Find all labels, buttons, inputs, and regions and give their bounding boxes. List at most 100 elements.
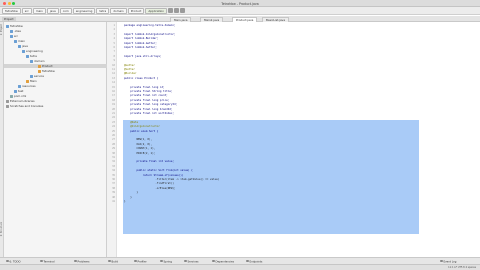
tree-item[interactable]: Tetrahbw: [4, 24, 107, 28]
build-icon: [108, 259, 111, 262]
code-line[interactable]: package engineering.tetra.domain;: [124, 24, 176, 28]
tree-item[interactable]: src: [4, 34, 107, 38]
breadcrumb-item[interactable]: engineering: [72, 7, 96, 14]
stop-icon[interactable]: [179, 8, 185, 13]
tree-item[interactable]: pom.xml: [4, 94, 107, 98]
code-line[interactable]: public class Product {: [124, 77, 158, 81]
code-line[interactable]: }: [124, 200, 126, 204]
tree-item[interactable]: tetra: [4, 54, 107, 58]
code-line[interactable]: return Stream.of(values()): [124, 174, 184, 178]
dependencies-tool-button[interactable]: Dependencies: [212, 259, 234, 264]
line-number: 12: [112, 72, 115, 76]
breadcrumb-item[interactable]: domain: [110, 7, 127, 14]
code-line[interactable]: .findFirst(): [124, 182, 174, 186]
line-number: 13: [112, 76, 115, 80]
terminal-tool-button[interactable]: Terminal: [40, 259, 54, 264]
line-number: 17: [112, 94, 115, 98]
event-log-tool-button[interactable]: Event Log: [440, 259, 456, 264]
line-number: 30: [112, 151, 115, 155]
code-line[interactable]: private final int count;: [124, 94, 168, 98]
services-tool-button[interactable]: Services: [184, 259, 198, 264]
code-line[interactable]: private final int value;: [124, 160, 174, 164]
code-line[interactable]: COUNT(1, 1),: [124, 147, 155, 151]
run-configuration-select[interactable]: Application: [145, 7, 167, 14]
code-line[interactable]: public static Sort from(int value) {: [124, 169, 192, 173]
breadcrumb-item[interactable]: main: [32, 7, 46, 14]
project-panel-tab[interactable]: Project: [2, 17, 16, 21]
status-bar: 11:1 LF UTF-8 4 spaces: [0, 264, 480, 270]
line-number: 10: [112, 63, 115, 67]
tree-item[interactable]: service: [4, 74, 107, 78]
code-line[interactable]: public enum Sort {: [124, 130, 158, 134]
line-number: 32: [112, 160, 115, 164]
code-editor[interactable]: 1 2 3 4 5 6 7 8 9 10 11 12 13 14 15 16 17 18 19 20 21 22 23 24 2…: [107, 22, 480, 257]
tree-item[interactable]: resources: [4, 84, 107, 88]
code-line[interactable]: PRICE(2, 1);: [124, 152, 155, 156]
profiler-icon: [134, 259, 137, 262]
line-number: 14: [112, 81, 115, 85]
line-number: 34: [112, 169, 115, 173]
dependencies-icon: [212, 259, 215, 262]
code-line[interactable]: import lombok.Getter;: [124, 42, 157, 46]
tree-item[interactable]: test: [4, 89, 107, 93]
breadcrumb-item[interactable]: tetra: [96, 7, 110, 14]
code-line[interactable]: NEW(1, 0),: [124, 138, 152, 142]
file-icon: [10, 94, 13, 98]
class-icon: [38, 64, 41, 68]
code-line[interactable]: private final long categoryId;: [124, 103, 177, 107]
tree-item[interactable]: External Libraries: [4, 99, 107, 103]
breadcrumb-item[interactable]: java: [46, 7, 59, 14]
spring-tool-button[interactable]: Spring: [160, 259, 172, 264]
code-line[interactable]: @Getter: [124, 64, 135, 68]
endpoints-icon: [246, 259, 249, 262]
code-line[interactable]: import java.util.Arrays;: [124, 55, 161, 59]
folder-icon: [30, 59, 33, 63]
code-line[interactable]: import lombok.Builder;: [124, 37, 158, 41]
code-line[interactable]: }: [124, 196, 132, 200]
line-number: 8: [113, 54, 115, 58]
tree-item[interactable]: main: [4, 39, 107, 43]
code-line[interactable]: @AllArgsConstructor: [124, 125, 160, 129]
todo-icon: [6, 259, 9, 262]
tree-item[interactable]: domain: [4, 59, 107, 63]
breadcrumb-item[interactable]: Tetrahbw: [2, 7, 21, 14]
tree-item[interactable]: java: [4, 44, 107, 48]
problems-icon: [74, 259, 77, 262]
run-icon[interactable]: [167, 8, 173, 13]
line-number: 25: [112, 129, 115, 133]
code-line[interactable]: private final long brandId;: [124, 108, 172, 112]
folder-icon: [10, 29, 13, 33]
cursor-status[interactable]: 11:1 LF UTF-8 4 spaces: [448, 266, 476, 270]
line-number: 19: [112, 103, 115, 107]
breadcrumb-item[interactable]: com: [59, 7, 72, 14]
code-line[interactable]: @Builder: [124, 72, 137, 76]
line-number: 36: [112, 178, 115, 181]
tree-item[interactable]: engineering: [4, 49, 107, 53]
problems-tool-button[interactable]: Problems: [74, 259, 89, 264]
library-icon: [6, 99, 9, 103]
line-number: 28: [112, 142, 115, 146]
folder-icon: [26, 54, 29, 58]
scratch-icon: [6, 104, 9, 108]
code-line[interactable]: }: [124, 191, 138, 195]
line-number: 39: [112, 191, 115, 195]
build-tool-button[interactable]: Build: [108, 259, 118, 264]
tree-item[interactable]: Scratches and Consoles: [4, 104, 107, 108]
line-number: 27: [112, 138, 115, 142]
tree-item[interactable]: Tetrahbw: [4, 69, 107, 73]
line-number: 40: [112, 195, 115, 199]
debug-icon[interactable]: [173, 8, 179, 13]
endpoints-tool-button[interactable]: Endpoints: [246, 259, 262, 264]
code-line[interactable]: import lombok.Setter;: [124, 46, 157, 50]
tree-item-selected[interactable]: Product: [4, 64, 107, 68]
tree-item[interactable]: Main: [4, 79, 107, 83]
todo-tool-button[interactable]: 6: TODO: [6, 259, 21, 264]
line-number: 21: [112, 112, 115, 115]
breadcrumb-item[interactable]: src: [21, 7, 32, 14]
line-number: 26: [112, 134, 115, 137]
profiler-tool-button[interactable]: Profiler: [134, 259, 147, 264]
code-line[interactable]: private final int sortIndex;: [124, 112, 174, 116]
code-line[interactable]: private final long id;: [124, 86, 164, 90]
breadcrumb-item[interactable]: Product: [127, 7, 145, 14]
tree-item[interactable]: .idea: [4, 29, 107, 33]
